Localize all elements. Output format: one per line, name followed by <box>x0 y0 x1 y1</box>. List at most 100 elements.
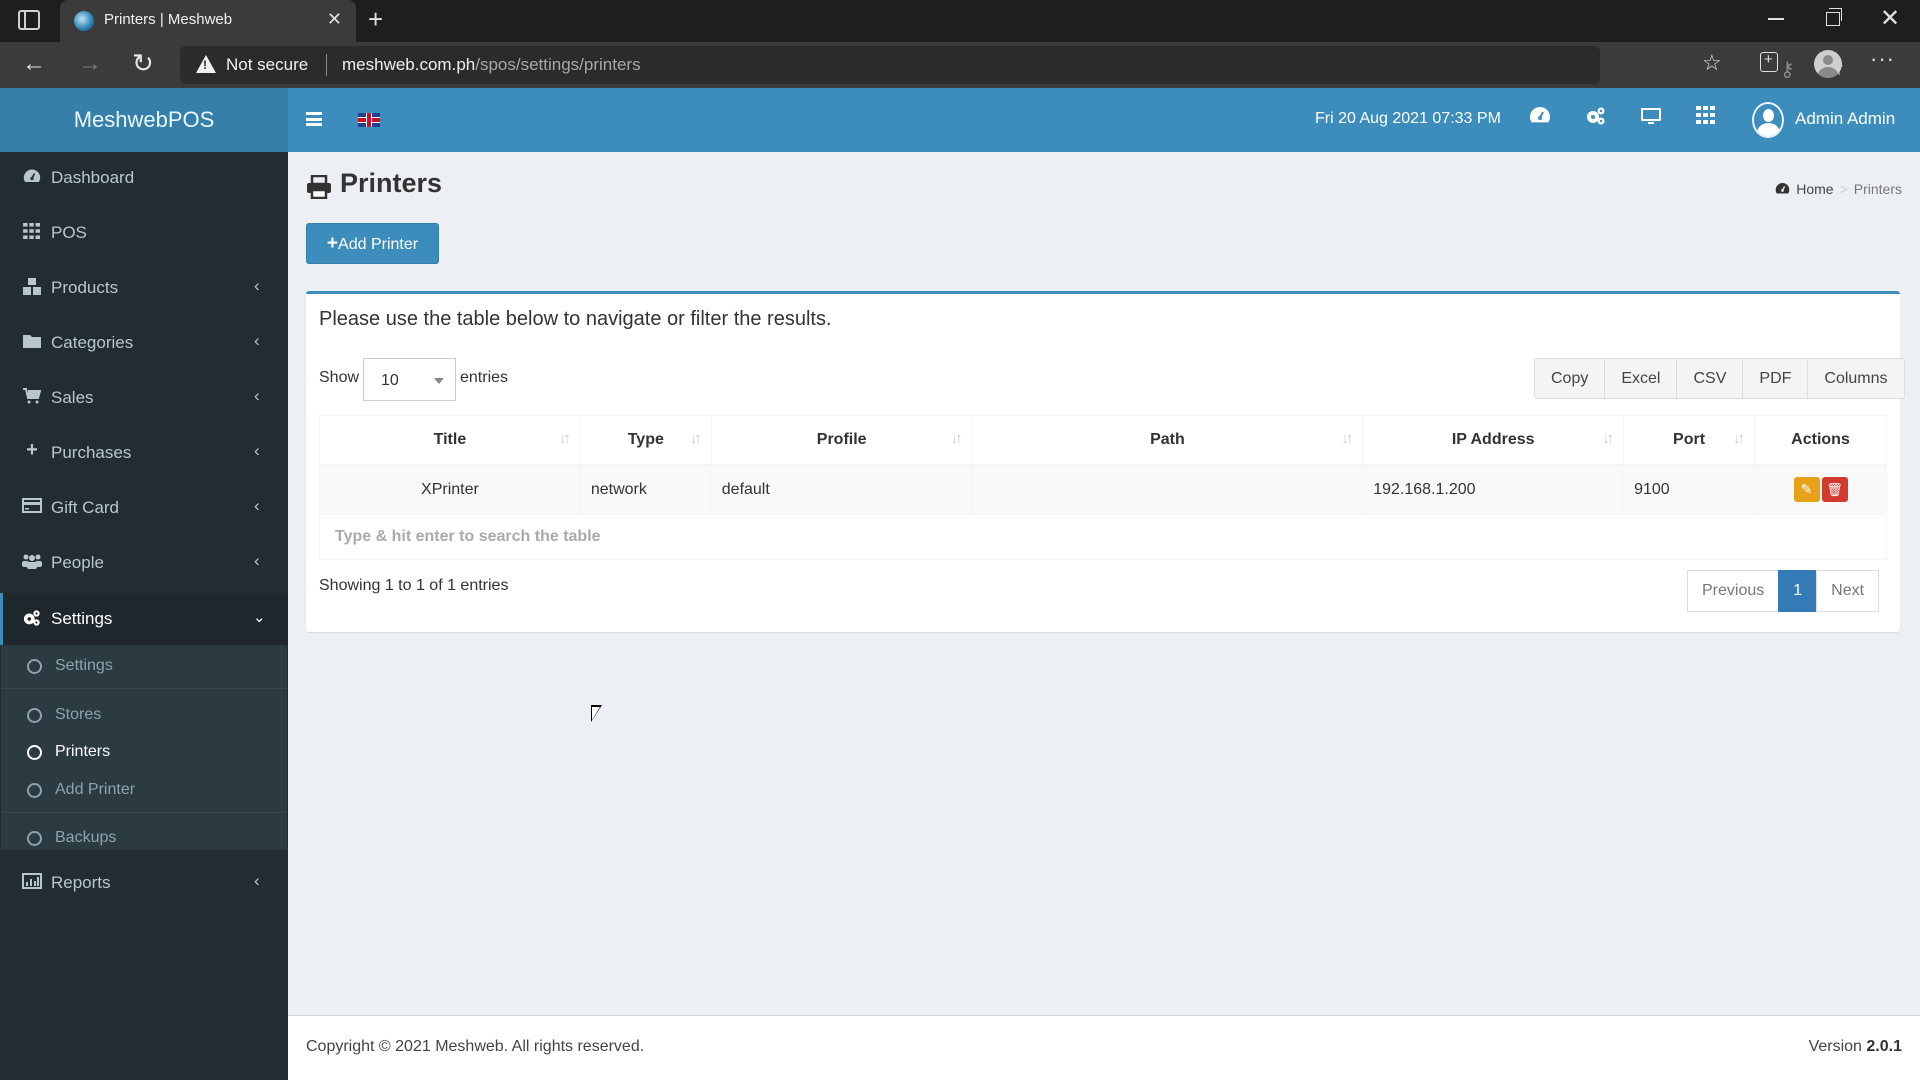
column-header-type[interactable]: Type ↓↑ <box>579 415 712 466</box>
previous-page-button[interactable]: Previous <box>1687 570 1780 612</box>
submenu-divider <box>1 812 287 813</box>
export-buttons: Copy Excel CSV PDF Columns <box>1534 358 1905 399</box>
show-label: Show <box>319 369 360 386</box>
delete-button[interactable]: 🗑 <box>1821 477 1848 503</box>
table-row: XPrinter network default 192.168.1.200 9… <box>319 464 1887 515</box>
submenu-item-settings[interactable]: Settings <box>1 652 287 682</box>
column-header-title[interactable]: Title ↓↑ <box>319 415 581 466</box>
column-header-ip-address[interactable]: IP Address ↓↑ <box>1362 415 1625 466</box>
browser-titlebar: Printers | Meshweb ✕ + ✕ <box>0 0 1920 42</box>
circle-icon <box>27 745 42 760</box>
page-title: Printers <box>340 168 443 198</box>
sidebar-item-settings[interactable]: Settings ⌄ <box>0 593 288 645</box>
copy-button[interactable]: Copy <box>1535 359 1606 398</box>
column-label: Type <box>627 430 664 448</box>
next-page-button[interactable]: Next <box>1816 570 1880 612</box>
entries-length-select[interactable]: 10 <box>363 358 456 401</box>
sort-icon: ↓↑ <box>1733 430 1745 447</box>
submenu-item-backups[interactable]: Backups <box>1 824 287 854</box>
columns-button[interactable]: Columns <box>1808 359 1903 398</box>
header-datetime: Fri 20 Aug 2021 07:33 PM <box>1315 110 1501 127</box>
restore-icon[interactable] <box>1826 8 1842 26</box>
display-icon[interactable] <box>1640 106 1662 132</box>
reload-icon[interactable]: ↻ <box>132 48 154 79</box>
submenu-item-label: Backups <box>55 829 117 846</box>
browser-tab[interactable]: Printers | Meshweb ✕ <box>60 0 356 42</box>
settings-icon[interactable] <box>1585 106 1607 132</box>
menu-toggle-icon[interactable] <box>306 112 322 126</box>
tab-title: Printers | Meshweb <box>104 11 233 28</box>
excel-button[interactable]: Excel <box>1605 359 1678 398</box>
sidebar-item-reports[interactable]: Reports ‹ <box>0 857 288 912</box>
forward-icon[interactable]: → <box>78 50 102 78</box>
sidebar-item-label: Purchases <box>51 443 132 462</box>
sidebar-item-label: Categories <box>51 333 134 352</box>
uk-flag-icon[interactable] <box>358 113 380 127</box>
table-search-input[interactable]: Type & hit enter to search the table <box>319 514 1887 560</box>
sort-icon: ↓↑ <box>558 430 571 447</box>
sidebar-item-purchases[interactable]: + Purchases ‹ <box>0 427 288 482</box>
cell-profile: default <box>710 464 973 515</box>
submenu-item-label: Stores <box>55 706 102 723</box>
submenu-item-label: Printers <box>55 743 111 760</box>
version-number: 2.0.1 <box>1866 1038 1902 1055</box>
user-name[interactable]: Admin Admin <box>1795 109 1895 129</box>
page-1-button[interactable]: 1 <box>1778 570 1818 612</box>
favorites-icon[interactable]: ☆ <box>1702 50 1722 76</box>
breadcrumb-home[interactable]: Home <box>1796 181 1833 197</box>
printers-table: Title ↓↑ Type ↓↑ Profile ↓↑ Path ↓↑ IP Addre… <box>319 415 1887 560</box>
caret-down-icon <box>434 378 444 384</box>
edit-button[interactable]: ✎ <box>1793 477 1820 503</box>
sidebar-item-pos[interactable]: POS <box>0 207 288 262</box>
sidebar-item-sales[interactable]: Sales ‹ <box>0 372 288 427</box>
cart-icon <box>22 388 42 408</box>
user-avatar[interactable] <box>1752 102 1784 138</box>
sidebar-item-people[interactable]: People ‹ <box>0 537 288 592</box>
close-tab-icon[interactable]: ✕ <box>327 9 342 30</box>
csv-button[interactable]: CSV <box>1677 359 1744 398</box>
circle-icon <box>27 831 42 846</box>
column-header-port[interactable]: Port ↓↑ <box>1623 415 1756 466</box>
cell-ip-address: 192.168.1.200 <box>1362 464 1625 515</box>
column-header-profile[interactable]: Profile ↓↑ <box>710 415 973 466</box>
column-header-actions: Actions <box>1754 415 1887 466</box>
submenu-item-printers[interactable]: Printers <box>1 738 287 768</box>
add-printer-button[interactable]: +Add Printer <box>306 223 439 264</box>
address-bar[interactable]: Not secure meshweb.com.ph/spos/settings/… <box>180 46 1845 84</box>
sidebar-item-gift-card[interactable]: Gift Card ‹ <box>0 482 288 537</box>
url-text[interactable]: meshweb.com.ph/spos/settings/printers <box>342 55 641 75</box>
close-window-icon[interactable]: ✕ <box>1880 4 1900 33</box>
tab-actions-icon[interactable] <box>18 10 40 30</box>
sort-icon: ↓↑ <box>950 430 963 447</box>
column-header-path[interactable]: Path ↓↑ <box>971 415 1364 466</box>
edit-icon: ✎ <box>1800 481 1813 498</box>
sidebar-item-label: POS <box>51 223 87 242</box>
sidebar-item-label: Gift Card <box>51 498 120 517</box>
key-icon[interactable]: ⚷ <box>1780 57 1795 82</box>
app-logo[interactable]: MeshwebPOS <box>0 88 288 152</box>
pdf-button[interactable]: PDF <box>1743 359 1809 398</box>
profile-icon[interactable] <box>1814 50 1842 78</box>
sidebar-item-categories[interactable]: Categories ‹ <box>0 317 288 372</box>
new-tab-icon[interactable]: + <box>368 4 383 35</box>
back-icon[interactable]: ← <box>22 50 46 78</box>
submenu-item-stores[interactable]: Stores <box>1 701 287 731</box>
circle-icon <box>27 659 42 674</box>
dashboard-icon[interactable] <box>1529 106 1551 130</box>
circle-icon <box>27 708 42 723</box>
dashboard-icon <box>22 168 42 188</box>
collections-icon[interactable] <box>1760 51 1778 72</box>
plus-icon: + <box>26 439 38 461</box>
minimize-icon[interactable] <box>1768 18 1784 20</box>
folder-icon <box>22 333 42 353</box>
security-label[interactable]: Not secure <box>226 55 308 75</box>
sidebar-item-products[interactable]: Products ‹ <box>0 262 288 317</box>
pos-grid-icon[interactable] <box>1696 106 1716 130</box>
cell-title: XPrinter <box>319 464 581 515</box>
sidebar-item-dashboard[interactable]: Dashboard <box>0 152 288 207</box>
more-icon[interactable]: ··· <box>1870 46 1895 72</box>
submenu-item-add-printer[interactable]: Add Printer <box>1 776 287 806</box>
chevron-left-icon: ‹ <box>254 551 260 570</box>
mouse-cursor <box>591 705 602 722</box>
users-icon <box>22 553 42 573</box>
